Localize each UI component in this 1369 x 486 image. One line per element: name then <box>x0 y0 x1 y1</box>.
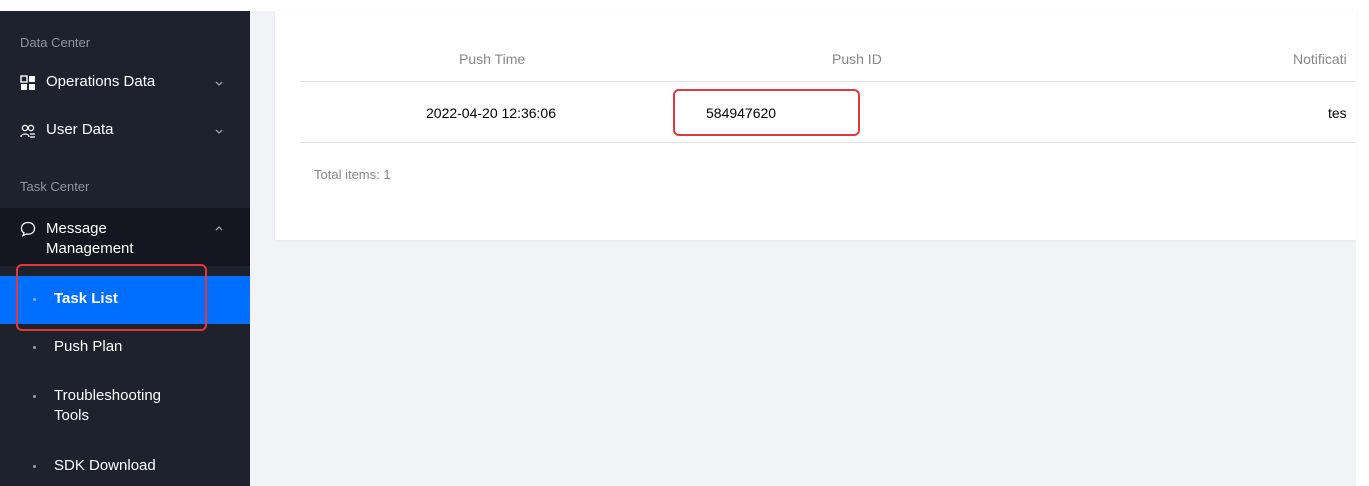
label-line: Message <box>46 220 107 237</box>
sidebar-item-message-management[interactable]: Message Management <box>0 208 250 266</box>
cell-notification: tes <box>1328 105 1347 121</box>
sidebar-subitem-label: Task List <box>54 290 118 307</box>
bullet-dot <box>33 346 36 349</box>
sidebar-subitem-troubleshooting-tools[interactable]: Troubleshooting Tools <box>0 383 250 429</box>
sidebar: Data Center Operations Data User Data Ta… <box>0 11 250 486</box>
chevron-down-icon <box>215 81 223 86</box>
label-line: Tools <box>54 407 90 424</box>
bullet-dot <box>33 465 36 468</box>
sidebar-subitem-label: Troubleshooting Tools <box>54 386 161 426</box>
sidebar-item-label: Operations Data <box>46 73 156 90</box>
users-icon <box>20 124 35 138</box>
section-title-task-center: Task Center <box>20 179 90 194</box>
row-divider <box>300 142 1356 143</box>
cell-push-time: 2022-04-20 12:36:06 <box>426 105 556 121</box>
sidebar-subitem-sdk-download[interactable]: SDK Download <box>0 454 250 480</box>
sidebar-item-operations-data[interactable]: Operations Data <box>0 71 250 95</box>
section-title-data-center: Data Center <box>20 35 91 50</box>
chat-bubble-icon <box>20 221 36 237</box>
label-line: Management <box>46 240 134 257</box>
grid-icon <box>20 75 35 90</box>
push-records-table: Push Time Push ID Notificati 2022-04-20 … <box>275 11 1356 240</box>
cell-push-id[interactable]: 584947620 <box>706 105 776 121</box>
bullet-dot <box>33 395 36 398</box>
sidebar-item-user-data[interactable]: User Data <box>0 119 250 143</box>
sidebar-subitem-label: Push Plan <box>54 338 123 355</box>
column-header-push-time: Push Time <box>459 51 526 67</box>
sidebar-item-label: User Data <box>46 121 114 138</box>
header-divider <box>300 81 1356 82</box>
label-line: Troubleshooting <box>54 387 162 404</box>
sidebar-subitem-label: SDK Download <box>54 457 156 474</box>
chevron-down-icon <box>215 129 223 134</box>
chevron-up-icon <box>215 226 223 231</box>
total-items-text: Total items: 1 <box>314 167 391 182</box>
sidebar-subitem-task-list[interactable]: Task List <box>0 276 250 324</box>
sidebar-subitem-push-plan[interactable]: Push Plan <box>0 334 250 362</box>
column-header-push-id: Push ID <box>832 51 882 67</box>
bullet-dot <box>33 298 36 301</box>
main-content: Push Time Push ID Notificati 2022-04-20 … <box>250 11 1356 486</box>
column-header-notification: Notificati <box>1293 51 1347 67</box>
sidebar-item-label: Message Management <box>46 219 134 259</box>
